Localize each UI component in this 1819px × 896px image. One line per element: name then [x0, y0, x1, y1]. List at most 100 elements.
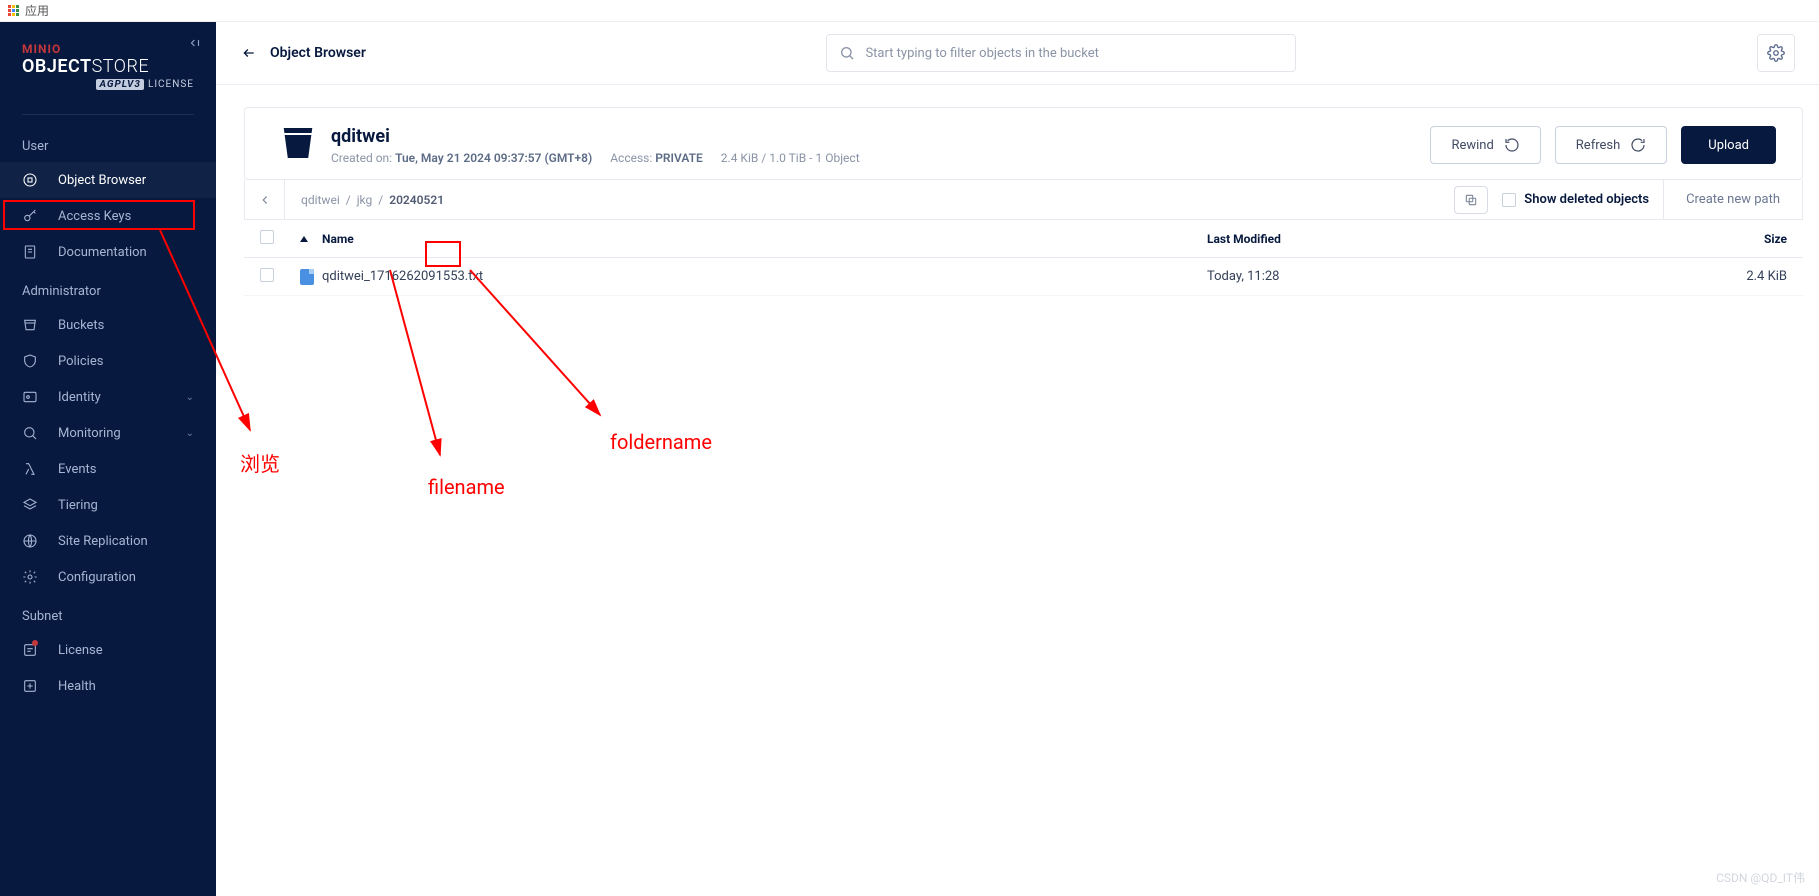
header-modified[interactable]: Last Modified: [1207, 232, 1677, 246]
health-icon: [22, 678, 38, 694]
bucket-header: qditwei Created on: Tue, May 21 2024 09:…: [244, 107, 1803, 180]
crumb-current: 20240521: [389, 193, 444, 207]
sidebar-item-label: Tiering: [58, 498, 98, 513]
bucket-name: qditwei: [331, 126, 860, 147]
sidebar-item-label: Policies: [58, 354, 103, 369]
page-title-area[interactable]: Object Browser: [240, 45, 366, 61]
sidebar-item-tiering[interactable]: Tiering: [0, 487, 216, 523]
watermark: CSDN @QD_IT伟: [1716, 869, 1805, 886]
search-bar[interactable]: [826, 34, 1296, 72]
sidebar-item-label: Monitoring: [58, 426, 121, 441]
settings-button[interactable]: [1757, 34, 1795, 72]
show-deleted-toggle[interactable]: Show deleted objects: [1502, 192, 1649, 207]
identity-icon: [22, 389, 38, 405]
path-row: qditwei/ jkg/ 20240521 Show deleted obje…: [244, 180, 1803, 220]
divider: [22, 114, 194, 115]
bucket-large-icon: [281, 128, 315, 158]
chevron-down-icon: ⌄: [186, 392, 194, 403]
sidebar-item-object-browser[interactable]: Object Browser: [0, 162, 216, 198]
sidebar-item-policies[interactable]: Policies: [0, 343, 216, 379]
row-checkbox[interactable]: [260, 268, 274, 282]
table-row[interactable]: qditwei_1716262091553.txt Today, 11:28 2…: [244, 258, 1803, 296]
logo: MINIO OBJECTSTORE AGPLV3LICENSE: [0, 32, 216, 108]
globe-icon: [22, 533, 38, 549]
layers-icon: [22, 497, 38, 513]
sidebar-item-label: Events: [58, 462, 96, 477]
created-label: Created on: Tue, May 21 2024 09:37:57 (G…: [331, 151, 592, 165]
sidebar-item-label: Documentation: [58, 245, 147, 260]
object-browser-icon: [22, 172, 38, 188]
search-input[interactable]: [865, 46, 1283, 61]
sidebar-item-identity[interactable]: Identity ⌄: [0, 379, 216, 415]
sidebar-item-label: Configuration: [58, 570, 136, 585]
file-name: qditwei_1716262091553.txt: [322, 269, 483, 284]
back-arrow-icon[interactable]: [240, 46, 258, 60]
lambda-icon: [22, 461, 38, 477]
page-title: Object Browser: [270, 45, 366, 61]
sidebar-item-configuration[interactable]: Configuration: [0, 559, 216, 595]
sidebar-item-site-replication[interactable]: Site Replication: [0, 523, 216, 559]
sidebar-item-access-keys[interactable]: Access Keys: [0, 198, 216, 234]
sidebar-item-health[interactable]: Health: [0, 668, 216, 704]
apps-grid-icon: [8, 5, 19, 16]
key-icon: [22, 208, 38, 224]
top-bar: Object Browser: [216, 22, 1819, 85]
crumb-bucket[interactable]: qditwei: [301, 193, 340, 207]
checkbox-icon[interactable]: [1502, 193, 1516, 207]
browser-apps-bar: 应用: [0, 0, 1819, 22]
sidebar-item-buckets[interactable]: Buckets: [0, 307, 216, 343]
rewind-icon: [1504, 137, 1520, 153]
breadcrumb[interactable]: qditwei/ jkg/ 20240521: [285, 193, 460, 207]
apps-label: 应用: [25, 2, 49, 19]
copy-path-button[interactable]: [1454, 186, 1488, 214]
refresh-icon: [1630, 137, 1646, 153]
sidebar-item-label: License: [58, 643, 103, 658]
bucket-info: qditwei Created on: Tue, May 21 2024 09:…: [331, 126, 860, 165]
bucket-stats: 2.4 KiB / 1.0 TiB - 1 Object: [721, 151, 860, 165]
copy-icon: [1464, 193, 1478, 207]
select-all-checkbox[interactable]: [260, 230, 274, 244]
main-content: Object Browser qditwei Created on: Tue, …: [216, 22, 1819, 896]
table-header: Name Last Modified Size: [244, 220, 1803, 258]
file-modified: Today, 11:28: [1207, 269, 1677, 284]
create-new-path-button[interactable]: Create new path: [1663, 180, 1802, 219]
rewind-button[interactable]: Rewind: [1430, 126, 1540, 164]
logo-product: OBJECTSTORE: [22, 56, 194, 77]
sidebar-item-documentation[interactable]: Documentation: [0, 234, 216, 270]
sidebar: MINIO OBJECTSTORE AGPLV3LICENSE User Obj…: [0, 22, 216, 896]
file-size: 2.4 KiB: [1677, 269, 1787, 284]
sidebar-item-label: Buckets: [58, 318, 104, 333]
file-icon: [300, 269, 314, 285]
sidebar-item-label: Object Browser: [58, 173, 146, 188]
refresh-button[interactable]: Refresh: [1555, 126, 1667, 164]
header-name[interactable]: Name: [300, 232, 1207, 246]
shield-icon: [22, 353, 38, 369]
sidebar-item-label: Identity: [58, 390, 101, 405]
chevron-down-icon: ⌄: [186, 428, 194, 439]
header-size[interactable]: Size: [1677, 232, 1787, 246]
notification-dot-icon: [32, 640, 38, 646]
sidebar-item-license[interactable]: License: [0, 632, 216, 668]
file-table: Name Last Modified Size qditwei_17162620…: [244, 220, 1803, 296]
doc-icon: [22, 244, 38, 260]
sidebar-item-label: Site Replication: [58, 534, 148, 549]
crumb-folder[interactable]: jkg: [357, 193, 373, 207]
logo-brand: MINIO: [22, 42, 194, 56]
sidebar-item-label: Access Keys: [58, 209, 131, 224]
section-subnet: Subnet: [0, 595, 216, 632]
section-user: User: [0, 125, 216, 162]
sidebar-item-monitoring[interactable]: Monitoring ⌄: [0, 415, 216, 451]
path-back-button[interactable]: [245, 180, 285, 219]
logo-license: AGPLV3LICENSE: [22, 79, 194, 90]
gear-icon: [1767, 44, 1785, 62]
sort-asc-icon: [300, 236, 308, 242]
access-label: Access: PRIVATE: [610, 151, 703, 165]
sidebar-item-events[interactable]: Events: [0, 451, 216, 487]
upload-button[interactable]: Upload: [1681, 126, 1776, 164]
sidebar-item-label: Health: [58, 679, 96, 694]
gear-icon: [22, 569, 38, 585]
bucket-actions: Rewind Refresh Upload: [1430, 126, 1776, 164]
search-icon: [22, 425, 38, 441]
sidebar-collapse-icon[interactable]: [188, 36, 202, 50]
section-administrator: Administrator: [0, 270, 216, 307]
